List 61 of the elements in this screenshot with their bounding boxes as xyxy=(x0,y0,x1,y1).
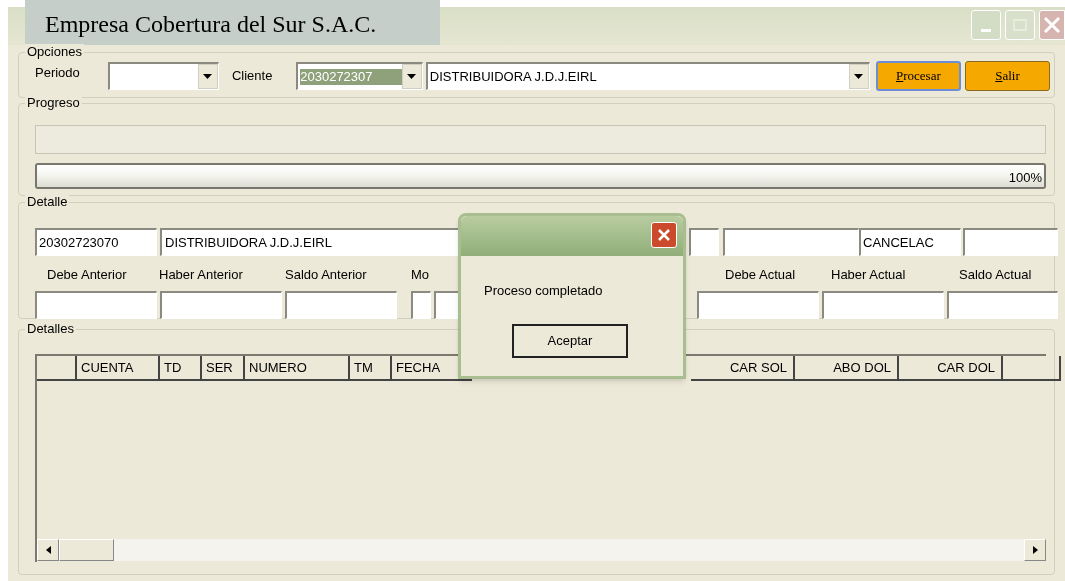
column-header[interactable]: TD xyxy=(160,356,202,381)
group-title: Opciones xyxy=(25,44,84,60)
arrow-right-icon xyxy=(1032,546,1038,554)
cliente-name-dropdown[interactable]: DISTRIBUIDORA J.D.J.EIRL xyxy=(425,62,870,90)
column-header[interactable]: NUMERO xyxy=(245,356,350,381)
column-header[interactable]: TM xyxy=(350,356,392,381)
cliente-label: Cliente xyxy=(231,67,274,86)
column-header[interactable]: CAR SOL xyxy=(691,356,795,381)
dialog-message: Proceso completado xyxy=(484,282,603,300)
periodo-label: Periodo xyxy=(35,66,81,80)
field-label: Mo xyxy=(411,266,430,284)
column-header[interactable]: CAR DOL xyxy=(899,356,1003,381)
scroll-thumb[interactable] xyxy=(59,539,114,561)
status-value: CANCELAC xyxy=(863,233,934,252)
close-button[interactable] xyxy=(651,222,677,248)
caret-down-icon xyxy=(203,74,213,79)
column-header xyxy=(37,356,77,381)
amount-field[interactable] xyxy=(697,291,819,319)
dropdown-button[interactable] xyxy=(197,64,218,89)
dropdown-button[interactable] xyxy=(848,64,869,89)
column-header xyxy=(1003,356,1061,381)
field-label: Saldo Actual xyxy=(959,266,1032,284)
amount-field[interactable] xyxy=(35,291,157,319)
exit-button[interactable]: Salir xyxy=(964,61,1050,91)
amount-field[interactable] xyxy=(822,291,944,319)
group-title: Progreso xyxy=(25,95,82,111)
cliente-code: 2030272307 xyxy=(300,68,402,85)
field-label: Debe Actual xyxy=(725,266,796,284)
amount-field[interactable] xyxy=(285,291,397,319)
name-value: DISTRIBUIDORA J.D.J.EIRL xyxy=(165,233,332,252)
field-label: Haber Anterior xyxy=(159,266,243,284)
column-header[interactable]: CUENTA xyxy=(77,356,160,381)
amount-field[interactable] xyxy=(160,291,282,319)
dropdown-button[interactable] xyxy=(401,64,422,89)
field-label: Haber Actual xyxy=(831,266,906,284)
close-icon xyxy=(1043,16,1061,34)
progress-reading: 100% xyxy=(1008,169,1042,187)
field-label: Saldo Anterior xyxy=(285,266,367,284)
code-value: 20302723070 xyxy=(39,233,119,252)
code-field[interactable]: 20302723070 xyxy=(35,228,157,256)
amount-field[interactable] xyxy=(947,291,1058,319)
scroll-left-button[interactable] xyxy=(37,539,59,561)
amount-field[interactable] xyxy=(411,291,431,319)
window-title: Empresa Cobertura del Sur S.A.C. xyxy=(25,0,440,45)
column-header[interactable]: ABO DOL xyxy=(795,356,899,381)
text-field[interactable] xyxy=(689,228,719,256)
field-label: Debe Anterior xyxy=(47,266,127,284)
status-field[interactable]: CANCELAC xyxy=(859,228,961,256)
text-field[interactable] xyxy=(963,228,1058,256)
close-icon xyxy=(657,228,671,242)
accept-button[interactable]: Aceptar xyxy=(512,324,628,358)
text-field[interactable] xyxy=(723,228,859,256)
close-button[interactable] xyxy=(1039,10,1065,40)
arrow-left-icon xyxy=(45,546,51,554)
cliente-name: DISTRIBUIDORA J.D.J.EIRL xyxy=(429,67,598,86)
caret-down-icon xyxy=(407,74,417,79)
horizontal-scrollbar[interactable] xyxy=(37,539,1046,561)
caret-down-icon xyxy=(854,74,864,79)
column-header[interactable]: SER xyxy=(202,356,245,381)
scroll-right-button[interactable] xyxy=(1024,539,1046,561)
process-button[interactable]: Procesar xyxy=(875,61,961,91)
